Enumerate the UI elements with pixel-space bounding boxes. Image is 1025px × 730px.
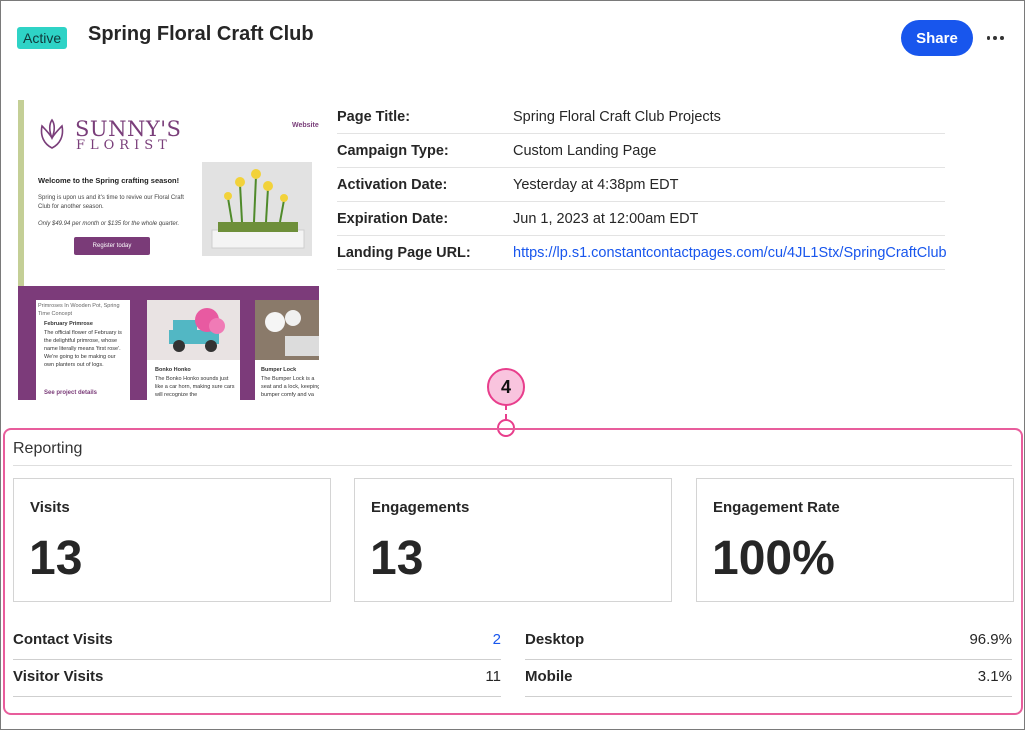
- detail-value: Spring Floral Craft Club Projects: [513, 109, 721, 125]
- callout-number-badge: 4: [487, 368, 525, 406]
- page-title: Spring Floral Craft Club: [88, 23, 314, 45]
- breakdown-label: Contact Visits: [13, 631, 113, 648]
- callout-connector: [505, 404, 507, 420]
- breakdown-value: 3.1%: [977, 668, 1012, 685]
- breakdown-label: Desktop: [525, 631, 585, 648]
- preview-price-text: Only $49.94 per month or $135 for the wh…: [38, 221, 180, 227]
- detail-value: Custom Landing Page: [513, 143, 657, 159]
- detail-row-activation-date: Activation Date: Yesterday at 4:38pm EDT: [337, 168, 945, 202]
- preview-card-title: Bumper Lock: [261, 367, 297, 373]
- preview-welcome-heading: Welcome to the Spring crafting season!: [38, 176, 180, 185]
- flower-bench-image: [255, 300, 319, 360]
- detail-label: Page Title:: [337, 109, 411, 125]
- stat-label: Engagements: [371, 499, 470, 516]
- detail-row-landing-page-url: Landing Page URL: https://lp.s1.constant…: [337, 236, 947, 270]
- page-details-table: Page Title: Spring Floral Craft Club Pro…: [337, 100, 947, 270]
- preview-card-text: The Bonko Honko sounds just like a car h…: [155, 376, 235, 398]
- preview-border: [18, 100, 24, 286]
- detail-value: Jun 1, 2023 at 12:00am EDT: [513, 211, 699, 227]
- landing-page-url-link[interactable]: https://lp.s1.constantcontactpages.com/c…: [513, 245, 947, 261]
- preview-website-link: Website: [292, 122, 319, 129]
- breakdown-label: Visitor Visits: [13, 668, 104, 685]
- stat-label: Engagement Rate: [713, 499, 840, 516]
- preview-card-title: Bonko Honko: [155, 367, 191, 373]
- breakdown-value: 96.9%: [969, 631, 1012, 648]
- preview-card-title: February Primrose: [44, 321, 93, 327]
- stat-label: Visits: [30, 499, 70, 516]
- preview-card-bumper: Bumper Lock The Bumper Lock is a seat an…: [255, 300, 319, 400]
- preview-card-bonko: Bonko Honko The Bonko Honko sounds just …: [147, 300, 240, 400]
- stat-card-engagement-rate: Engagement Rate 100%: [696, 478, 1014, 602]
- reporting-title: Reporting: [13, 440, 83, 457]
- preview-card-image-alt: Primroses In Wooden Pot, Spring Time Con…: [38, 303, 120, 317]
- stat-value: 100%: [712, 532, 835, 585]
- contact-visits-link[interactable]: 2: [493, 631, 501, 648]
- detail-label: Campaign Type:: [337, 143, 449, 159]
- desktop-row: Desktop 96.9%: [525, 622, 1012, 660]
- mobile-row: Mobile 3.1%: [525, 659, 1012, 697]
- preview-card-primrose: Primroses In Wooden Pot, Spring Time Con…: [36, 300, 130, 400]
- preview-card-link: See project details: [44, 390, 98, 396]
- detail-row-campaign-type: Campaign Type: Custom Landing Page: [337, 134, 945, 168]
- preview-brand-sub: FLORIST: [76, 138, 172, 153]
- status-badge: Active: [17, 27, 68, 49]
- preview-card-text: The official flower of February is the d…: [44, 330, 122, 368]
- contact-visits-row: Contact Visits 2: [13, 622, 501, 660]
- breakdown-label: Mobile: [525, 668, 573, 685]
- daffodil-planter-image: [202, 162, 312, 256]
- detail-label: Activation Date:: [337, 177, 448, 193]
- reporting-divider: [13, 465, 1012, 466]
- share-button[interactable]: Share: [901, 20, 973, 56]
- detail-label: Landing Page URL:: [337, 245, 471, 261]
- stat-value: 13: [29, 532, 83, 585]
- stat-card-visits: Visits 13: [13, 478, 331, 602]
- breakdown-value: 11: [485, 668, 501, 685]
- tulip-logo-icon: [40, 118, 64, 149]
- preview-card-text: The Bumper Lock is a seat and a lock, ke…: [261, 376, 319, 398]
- stat-value: 13: [370, 532, 424, 585]
- detail-row-page-title: Page Title: Spring Floral Craft Club Pro…: [337, 100, 945, 134]
- landing-page-preview[interactable]: SUNNY'S FLORIST Website Welcome to the S…: [18, 100, 319, 400]
- stat-card-engagements: Engagements 13: [354, 478, 672, 602]
- toy-car-image: [147, 300, 240, 360]
- visitor-visits-row: Visitor Visits 11: [13, 659, 501, 697]
- more-options-icon[interactable]: [985, 28, 1005, 48]
- detail-value: Yesterday at 4:38pm EDT: [513, 177, 679, 193]
- preview-body-text: Spring is upon us and it's time to reviv…: [38, 195, 184, 210]
- preview-register-button: Register today: [74, 237, 150, 255]
- detail-row-expiration-date: Expiration Date: Jun 1, 2023 at 12:00am …: [337, 202, 945, 236]
- detail-label: Expiration Date:: [337, 211, 449, 227]
